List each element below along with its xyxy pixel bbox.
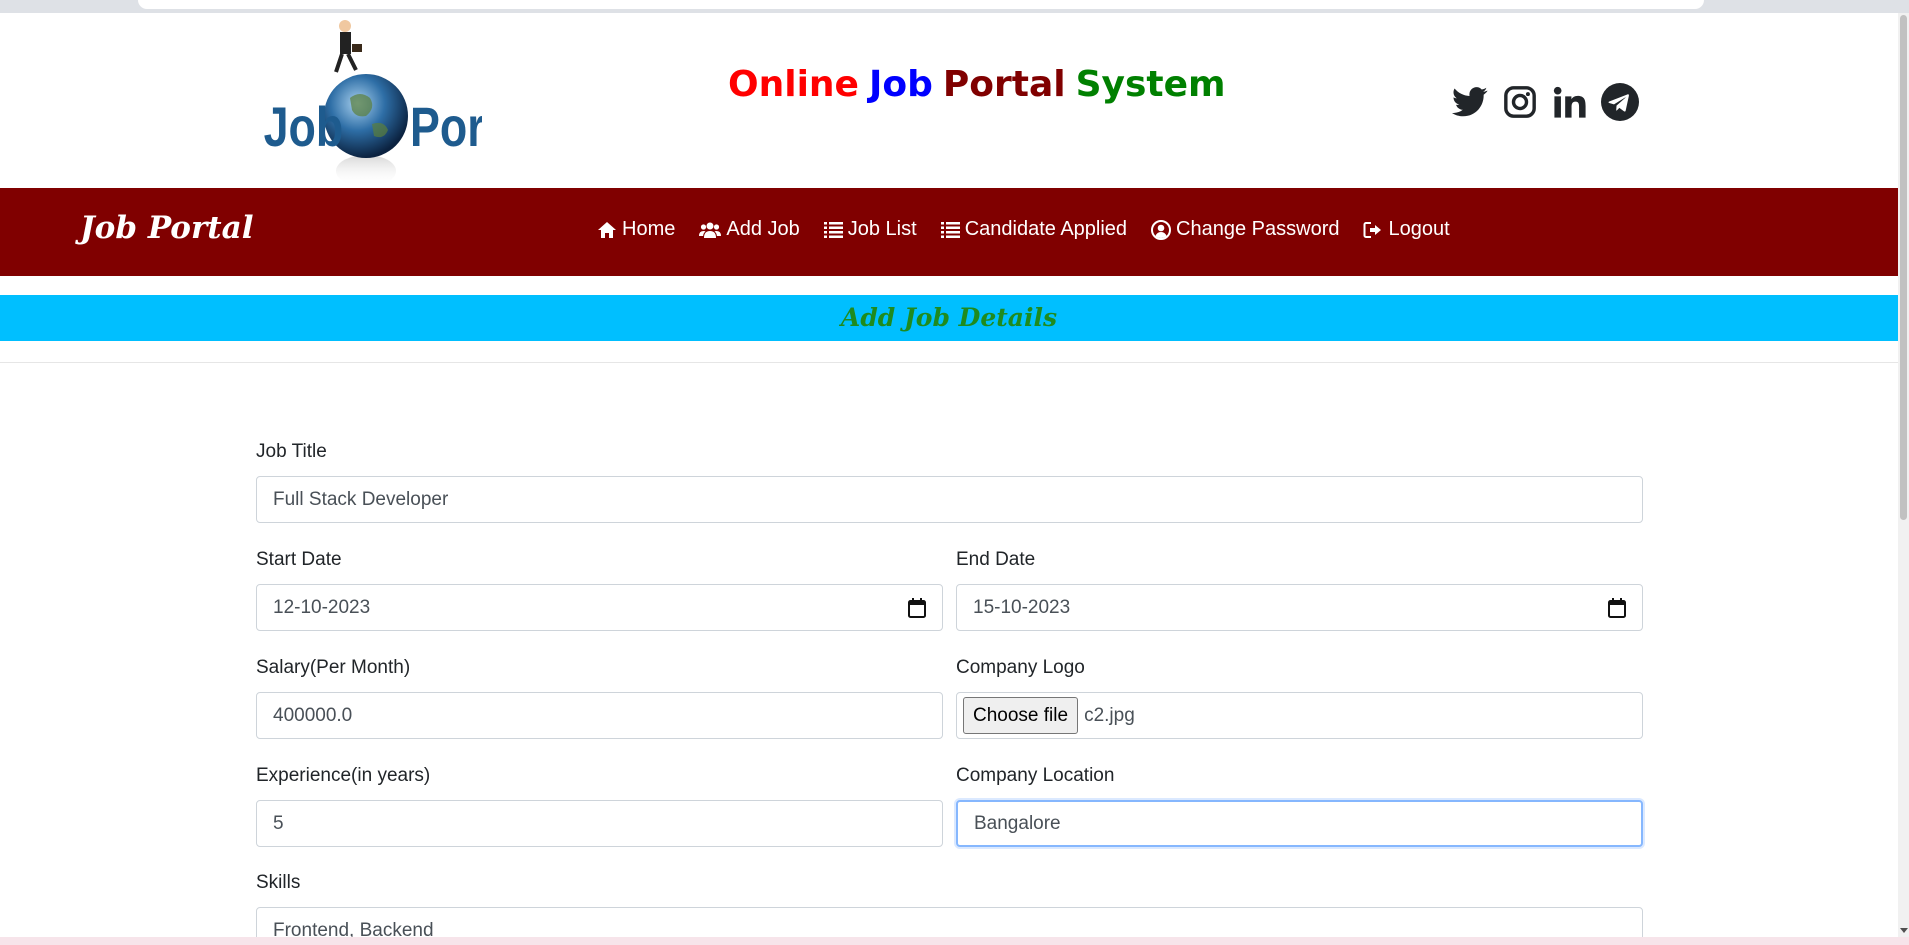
browser-top-strip bbox=[0, 0, 1909, 13]
experience-input[interactable]: 5 bbox=[256, 800, 943, 847]
page: Job Portal OnlineJobPortalSystem bbox=[0, 13, 1898, 937]
list-icon bbox=[823, 221, 843, 238]
salary-label: Salary(Per Month) bbox=[256, 657, 411, 678]
choose-file-button[interactable]: Choose file bbox=[963, 697, 1079, 734]
company-logo-label: Company Logo bbox=[956, 657, 1085, 678]
start-date-value: 12-10-2023 bbox=[273, 596, 371, 618]
nav-item-label: Job List bbox=[847, 218, 917, 240]
experience-value: 5 bbox=[273, 812, 284, 834]
nav-item-label: Add Job bbox=[726, 218, 800, 240]
nav-item-label: Candidate Applied bbox=[964, 218, 1128, 240]
home-icon bbox=[598, 221, 616, 238]
site-title-word: Online bbox=[728, 64, 859, 105]
sign-out-icon bbox=[1363, 221, 1382, 238]
svg-text:Job: Job bbox=[264, 95, 344, 158]
site-title-word: Job bbox=[868, 64, 933, 105]
company-location-input[interactable]: Bangalore bbox=[956, 800, 1643, 847]
social-links bbox=[1450, 82, 1640, 122]
nav-item-label: Home bbox=[622, 218, 676, 240]
nav-item-job-list[interactable]: Job List bbox=[823, 218, 917, 241]
nav-item-label: Change Password bbox=[1176, 218, 1340, 240]
page-heading: Add Job Details bbox=[840, 303, 1058, 332]
nav-item-home[interactable]: Home bbox=[597, 218, 675, 241]
list-icon bbox=[940, 221, 960, 238]
end-date-value: 15-10-2023 bbox=[973, 596, 1071, 618]
company-location-value: Bangalore bbox=[974, 812, 1061, 834]
page-heading-banner: Add Job Details bbox=[0, 295, 1898, 341]
browser-bottom-strip bbox=[0, 937, 1909, 945]
job-portal-logo[interactable]: Job Portal bbox=[262, 13, 537, 188]
nav-item-change-password[interactable]: Change Password bbox=[1151, 218, 1339, 241]
job-title-value: Full Stack Developer bbox=[273, 488, 449, 510]
nav-item-label: Logout bbox=[1388, 218, 1450, 240]
end-date-label: End Date bbox=[956, 549, 1036, 570]
page-scrollbar[interactable] bbox=[1898, 13, 1909, 937]
experience-label: Experience(in years) bbox=[256, 765, 431, 786]
site-title: Online Job Portal System bbox=[728, 64, 1236, 105]
nav-item-logout[interactable]: Logout bbox=[1363, 218, 1450, 241]
salary-input[interactable]: 400000.0 bbox=[256, 692, 943, 739]
user-circle-icon bbox=[1151, 219, 1172, 240]
selected-file-name: c2.jpg bbox=[1084, 704, 1135, 726]
calendar-icon[interactable] bbox=[908, 598, 926, 618]
skills-label: Skills bbox=[256, 872, 301, 893]
end-date-input[interactable]: 15-10-2023 bbox=[956, 584, 1643, 631]
salary-value: 400000.0 bbox=[273, 704, 353, 726]
browser-address-bar bbox=[138, 0, 1704, 9]
twitter-icon[interactable] bbox=[1450, 82, 1490, 122]
svg-text:Portal: Portal bbox=[410, 95, 482, 158]
start-date-input[interactable]: 12-10-2023 bbox=[256, 584, 943, 631]
company-logo-file-input[interactable]: Choose file c2.jpg bbox=[956, 692, 1643, 739]
navbar-brand[interactable]: Job Portal bbox=[80, 210, 253, 246]
skills-value: Frontend, Backend bbox=[273, 920, 434, 937]
main-navbar: Job Portal Home Add Job Job List Candida… bbox=[0, 188, 1898, 276]
start-date-label: Start Date bbox=[256, 549, 342, 570]
instagram-icon[interactable] bbox=[1500, 82, 1540, 122]
scroll-down-arrow-icon[interactable] bbox=[1900, 928, 1908, 933]
telegram-icon[interactable] bbox=[1600, 82, 1640, 122]
linkedin-icon[interactable] bbox=[1550, 82, 1590, 122]
users-icon bbox=[699, 222, 722, 238]
company-location-label: Company Location bbox=[956, 765, 1115, 786]
nav-item-add-job[interactable]: Add Job bbox=[699, 218, 800, 241]
job-title-input[interactable]: Full Stack Developer bbox=[256, 476, 1643, 523]
job-title-label: Job Title bbox=[256, 441, 327, 462]
nav-item-candidate-applied[interactable]: Candidate Applied bbox=[940, 218, 1128, 241]
site-title-word: System bbox=[1075, 64, 1226, 105]
calendar-icon[interactable] bbox=[1608, 598, 1626, 618]
scrollbar-thumb[interactable] bbox=[1900, 15, 1907, 520]
site-title-word: Portal bbox=[942, 64, 1066, 105]
skills-input[interactable]: Frontend, Backend bbox=[256, 907, 1643, 937]
divider bbox=[0, 362, 1898, 363]
nav-menu: Home Add Job Job List Candidate Applied … bbox=[597, 218, 1450, 241]
